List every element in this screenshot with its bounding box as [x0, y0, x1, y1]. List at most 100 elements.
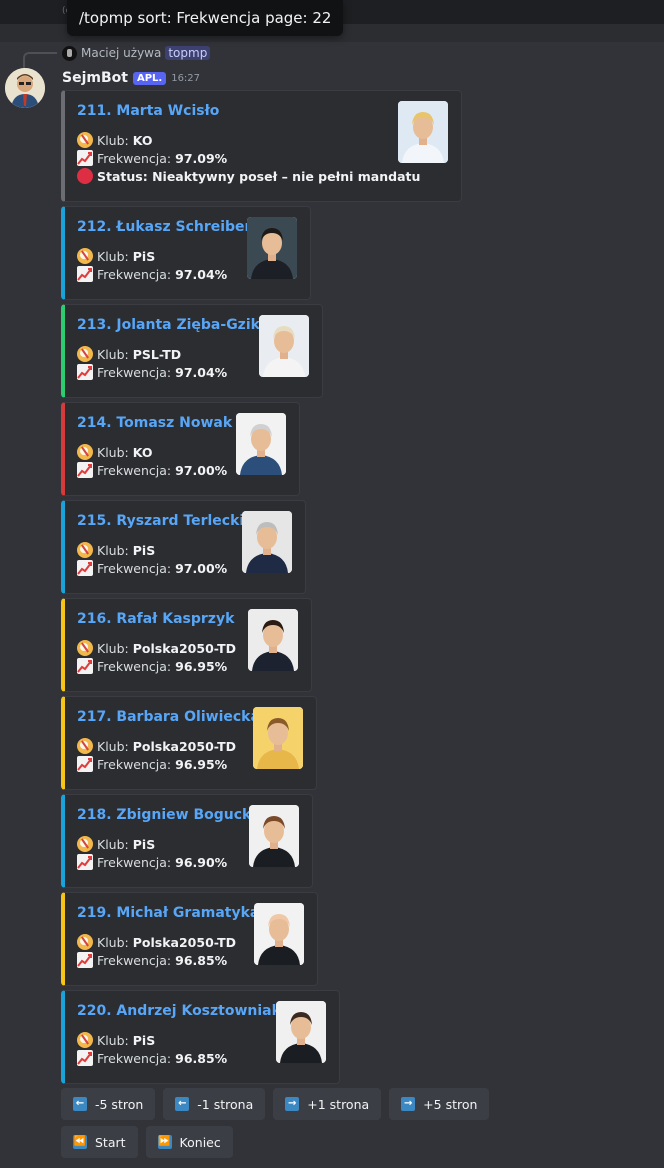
message-time: 16:27 [171, 72, 201, 84]
compass-icon [77, 738, 93, 754]
club-value: PiS [132, 1032, 156, 1048]
club-line: Klub: PSL-TD [77, 345, 181, 363]
club-line: Klub: PiS [77, 835, 155, 853]
club-line: Klub: Polska2050-TD [77, 639, 236, 657]
mp-name-link[interactable]: 216. Rafał Kasprzyk [77, 611, 234, 627]
status-text: Status: Nieaktywny poseł – nie pełni man… [97, 168, 421, 184]
mp-name-link[interactable]: 215. Ryszard Terlecki [77, 513, 244, 529]
author-name[interactable]: SejmBot [62, 70, 128, 86]
nav-button-label: Start [95, 1134, 126, 1150]
chart-increasing-icon [77, 462, 93, 478]
attendance-line: Frekwencja: 97.00% [77, 559, 227, 577]
mp-photo[interactable] [242, 511, 292, 573]
arrow-left-icon: ← [175, 1097, 190, 1111]
attendance-label: Frekwencja: [97, 952, 172, 968]
attendance-value: 96.85% [175, 952, 228, 968]
club-line: Klub: Polska2050-TD [77, 933, 236, 951]
attendance-value: 97.00% [175, 462, 228, 478]
chart-increasing-icon [77, 364, 93, 380]
user-mini-avatar[interactable] [62, 45, 77, 61]
club-value: PiS [132, 836, 156, 852]
nav-button[interactable]: → +5 stron [389, 1088, 490, 1120]
arrow-right-icon: → [285, 1097, 300, 1111]
nav-button[interactable]: ⏩ Koniec [145, 1126, 233, 1158]
club-value: KO [132, 132, 153, 148]
club-line: Klub: PiS [77, 541, 155, 559]
club-label: Klub: [97, 934, 129, 950]
chart-increasing-icon [77, 266, 93, 282]
nav-button-label: -1 strona [197, 1096, 254, 1112]
nav-button-label: +5 stron [423, 1096, 478, 1112]
club-line: Klub: PiS [77, 1031, 155, 1049]
club-label: Klub: [97, 542, 129, 558]
mp-embed: 220. Andrzej Kosztowniak Klub: PiS Frekwenc… [61, 990, 340, 1084]
message-header: SejmBot APL. 16:27 [62, 68, 200, 88]
bot-avatar[interactable] [5, 68, 45, 108]
compass-icon [77, 444, 93, 460]
mp-name-link[interactable]: 217. Barbara Oliwiecka [77, 709, 260, 725]
chart-increasing-icon [77, 1050, 93, 1066]
attendance-value: 97.09% [175, 150, 228, 166]
chart-increasing-icon [77, 952, 93, 968]
club-label: Klub: [97, 1032, 129, 1048]
nav-button[interactable]: ← -1 strona [163, 1088, 266, 1120]
mp-photo[interactable] [276, 1001, 326, 1063]
nav-button[interactable]: ⏪ Start [61, 1126, 138, 1158]
mp-name-link[interactable]: 213. Jolanta Zięba-Gzik [77, 317, 260, 333]
mp-photo[interactable] [236, 413, 286, 475]
attendance-label: Frekwencja: [97, 756, 172, 772]
club-line: Klub: Polska2050-TD [77, 737, 236, 755]
compass-icon [77, 934, 93, 950]
nav-button[interactable]: → +1 strona [273, 1088, 382, 1120]
club-label: Klub: [97, 346, 129, 362]
club-label: Klub: [97, 132, 129, 148]
mp-embed: 217. Barbara Oliwiecka Klub: Polska2050-TD… [61, 696, 317, 790]
mp-photo[interactable] [247, 217, 297, 279]
compass-icon [77, 132, 93, 148]
mp-name-link[interactable]: 219. Michał Gramatyka [77, 905, 259, 921]
command-mention[interactable]: topmp [165, 46, 211, 60]
attendance-line: Frekwencja: 96.95% [77, 657, 227, 675]
reply-header[interactable]: Maciej używa topmp [62, 44, 211, 62]
compass-icon [77, 1032, 93, 1048]
attendance-line: Frekwencja: 96.90% [77, 853, 227, 871]
mp-photo[interactable] [248, 609, 298, 671]
reply-user[interactable]: Maciej używa [81, 46, 161, 60]
mp-photo[interactable] [249, 805, 299, 867]
attendance-value: 97.04% [175, 266, 228, 282]
club-label: Klub: [97, 738, 129, 754]
mp-name-link[interactable]: 211. Marta Wcisło [77, 103, 219, 119]
status-line: Status: Nieaktywny poseł – nie pełni man… [77, 167, 420, 185]
club-value: Polska2050-TD [132, 738, 237, 754]
club-value: PiS [132, 248, 156, 264]
command-tooltip: /topmp sort: Frekwencja page: 22 [67, 0, 344, 36]
attendance-value: 97.04% [175, 364, 228, 380]
mp-photo[interactable] [254, 903, 304, 965]
attendance-label: Frekwencja: [97, 1050, 172, 1066]
mp-photo[interactable] [398, 101, 448, 163]
club-value: Polska2050-TD [132, 640, 237, 656]
pagination-row: ← -5 stron ← -1 strona → +1 strona → +5 stron [61, 1088, 490, 1120]
mp-embed: 211. Marta Wcisło Klub: KO Frekwencja: 97.09… [61, 90, 462, 202]
mp-name-link[interactable]: 220. Andrzej Kosztowniak [77, 1003, 281, 1019]
chart-increasing-icon [77, 854, 93, 870]
command-mention-label[interactable]: topmp [168, 46, 207, 60]
mp-embed: 213. Jolanta Zięba-Gzik Klub: PSL-TD Frekwe… [61, 304, 323, 398]
mp-embed: 216. Rafał Kasprzyk Klub: Polska2050-TD Fre… [61, 598, 312, 692]
mp-name-link[interactable]: 214. Tomasz Nowak [77, 415, 232, 431]
nav-button[interactable]: ← -5 stron [61, 1088, 156, 1120]
mp-name-link[interactable]: 218. Zbigniew Bogucki [77, 807, 256, 823]
rewind-icon: ⏪ [73, 1135, 87, 1149]
attendance-line: Frekwencja: 97.00% [77, 461, 227, 479]
attendance-line: Frekwencja: 97.04% [77, 363, 227, 381]
mp-photo[interactable] [259, 315, 309, 377]
mp-photo[interactable] [253, 707, 303, 769]
mp-embed: 212. Łukasz Schreiber Klub: PiS Frekwencja:… [61, 206, 311, 300]
compass-icon [77, 248, 93, 264]
attendance-label: Frekwencja: [97, 658, 172, 674]
mp-name-link[interactable]: 212. Łukasz Schreiber [77, 219, 251, 235]
club-label: Klub: [97, 248, 129, 264]
attendance-label: Frekwencja: [97, 854, 172, 870]
attendance-value: 96.90% [175, 854, 228, 870]
fast-forward-icon: ⏩ [157, 1135, 172, 1149]
